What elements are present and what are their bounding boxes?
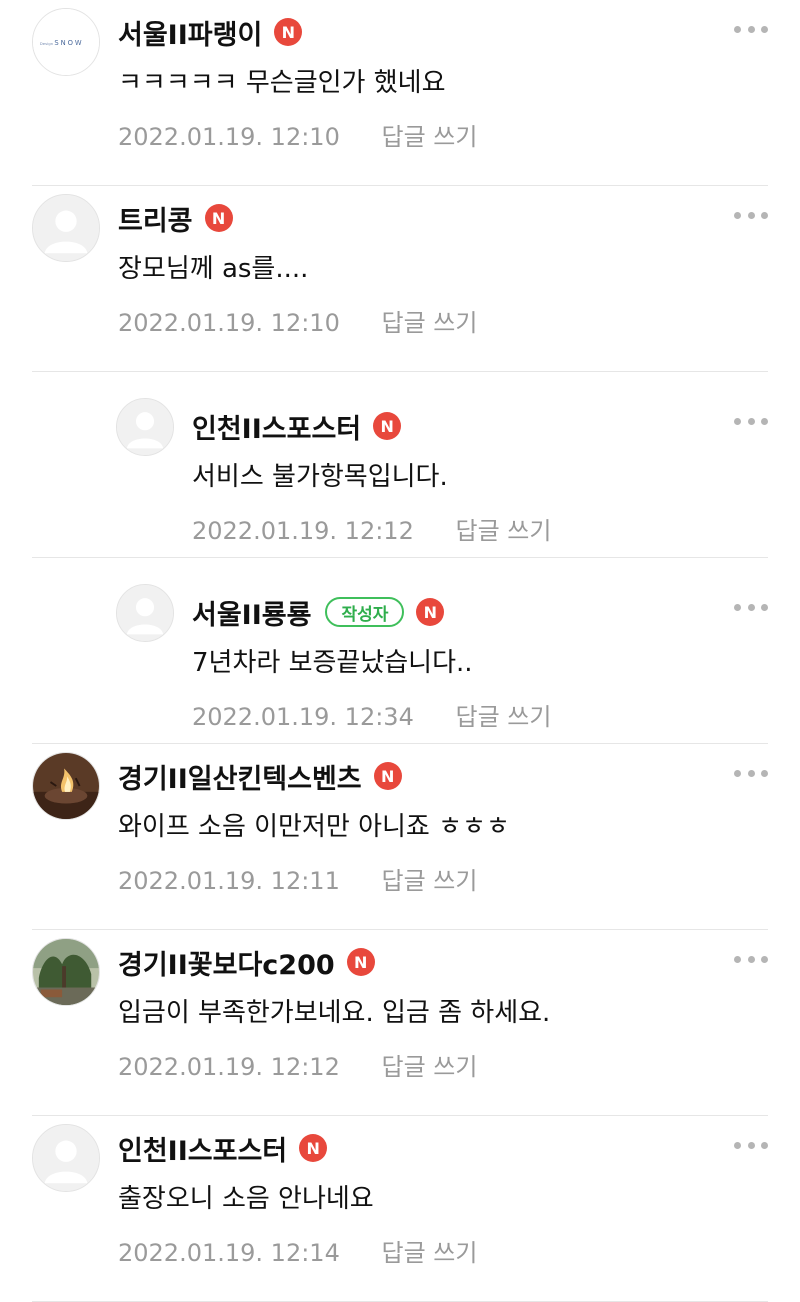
author-badge: 작성자 [325,597,405,627]
comment-text: 출장오니 소음 안나네요 [118,1184,374,1214]
reply-button[interactable]: 답글 쓰기 [381,309,477,337]
reply-item: 인천II스포스터 N 서비스 불가항목입니다. 2022.01.19. 12:1… [32,372,768,558]
commenter-name[interactable]: 서울II파랭이 [118,13,262,52]
commenter-name[interactable]: 경기II꽃보다c200 [118,943,335,982]
reply-button[interactable]: 답글 쓰기 [381,1239,477,1267]
more-options-icon[interactable] [734,210,768,220]
comment-text: 장모님께 as를.... [118,254,309,284]
more-options-icon[interactable] [734,768,768,778]
new-badge: N [204,204,233,232]
comment-time: 2022.01.19. 12:12 [192,517,414,545]
more-options-icon[interactable] [734,602,768,612]
comment-text: 입금이 부족한가보네요. 입금 좀 하세요. [118,998,551,1028]
reply-button[interactable]: 답글 쓰기 [381,123,477,151]
more-options-icon[interactable] [734,416,768,426]
avatar[interactable] [116,398,174,456]
reply-item: 서울II룡룡 작성자 N 7년차라 보증끝났습니다.. 2022.01.19. … [32,558,768,744]
snow-logo-icon: Design SNOW [33,9,99,75]
avatar[interactable] [32,752,100,820]
tree-photo-icon [33,939,99,1005]
comment-time: 2022.01.19. 12:11 [118,867,340,895]
fire-photo-icon [33,753,99,819]
comment-item: 트리콩 N 장모님께 as를.... 2022.01.19. 12:10 답글 … [32,186,768,372]
comment-time: 2022.01.19. 12:14 [118,1239,340,1267]
comment-text: 와이프 소음 이만저만 아니죠 ㅎㅎㅎ [118,812,510,842]
comment-time: 2022.01.19. 12:10 [118,123,340,151]
comment-text: ㅋㅋㅋㅋㅋ 무슨글인가 했네요 [118,68,446,98]
avatar[interactable] [32,194,100,262]
comment-item: 경기II꽃보다c200 N 입금이 부족한가보네요. 입금 좀 하세요. 202… [32,930,768,1116]
avatar[interactable]: Design SNOW [32,8,100,76]
comment-item: Design SNOW 서울II파랭이 N ㅋㅋㅋㅋㅋ 무슨글인가 했네요 20… [32,0,768,186]
more-options-icon[interactable] [734,954,768,964]
new-badge: N [274,18,303,46]
comment-item: 인천II스포스터 N 출장오니 소음 안나네요 2022.01.19. 12:1… [32,1116,768,1302]
comment-list: Design SNOW 서울II파랭이 N ㅋㅋㅋㅋㅋ 무슨글인가 했네요 20… [0,0,800,1302]
commenter-name[interactable]: 인천II스포스터 [192,407,361,446]
new-badge: N [373,412,402,440]
comment-item: 경기II일산킨텍스벤츠 N 와이프 소음 이만저만 아니죠 ㅎㅎㅎ 2022.0… [32,744,768,930]
svg-text:SNOW: SNOW [54,39,83,47]
reply-button[interactable]: 답글 쓰기 [381,867,477,895]
default-profile-icon [117,399,173,455]
new-badge: N [416,598,445,626]
reply-button[interactable]: 답글 쓰기 [455,517,551,545]
more-options-icon[interactable] [734,1140,768,1150]
new-badge: N [299,1134,328,1162]
commenter-name[interactable]: 인천II스포스터 [118,1129,287,1168]
comment-text: 서비스 불가항목입니다. [192,462,448,492]
avatar[interactable] [32,1124,100,1192]
default-profile-icon [33,1125,99,1191]
new-badge: N [346,948,375,976]
avatar[interactable] [116,584,174,642]
svg-text:Design: Design [40,41,54,46]
comment-text: 7년차라 보증끝났습니다.. [192,648,473,678]
new-badge: N [373,762,402,790]
reply-button[interactable]: 답글 쓰기 [455,703,551,731]
comment-time: 2022.01.19. 12:12 [118,1053,340,1081]
more-options-icon[interactable] [734,24,768,34]
default-profile-icon [33,195,99,261]
comment-time: 2022.01.19. 12:10 [118,309,340,337]
reply-button[interactable]: 답글 쓰기 [381,1053,477,1081]
commenter-name[interactable]: 서울II룡룡 [192,593,311,632]
commenter-name[interactable]: 경기II일산킨텍스벤츠 [118,757,362,796]
comment-time: 2022.01.19. 12:34 [192,703,414,731]
avatar[interactable] [32,938,100,1006]
default-profile-icon [117,585,173,641]
commenter-name[interactable]: 트리콩 [118,199,193,238]
